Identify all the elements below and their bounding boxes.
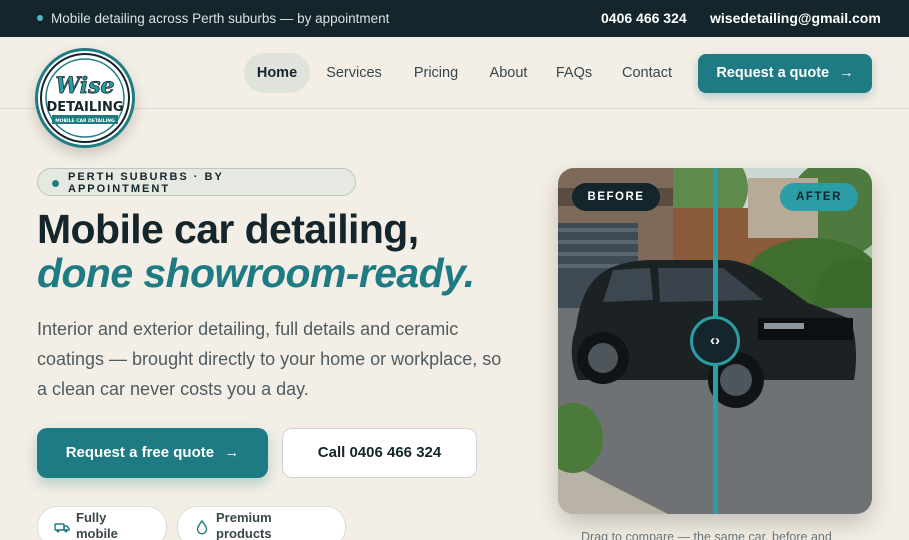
hero-lead: Interior and exterior detailing, full de…: [37, 319, 502, 399]
request-quote-button[interactable]: Request a quote →: [698, 54, 872, 93]
hero-title-line1: Mobile car detailing,: [37, 206, 419, 252]
topbar-phone-link[interactable]: 0406 466 324: [601, 10, 687, 26]
nav-faqs[interactable]: FAQs: [550, 53, 598, 93]
topbar-email-link[interactable]: wisedetailing@gmail.com: [710, 10, 881, 26]
hero-title-line2: done showroom-ready.: [37, 250, 475, 296]
location-badge: PERTH SUBURBS · BY APPOINTMENT: [37, 168, 356, 196]
nav-contact[interactable]: Contact: [612, 53, 682, 93]
chip-label: Premium products: [216, 510, 272, 540]
call-button[interactable]: Call 0406 466 324: [282, 428, 477, 478]
topbar-tagline: Mobile detailing across Perth suburbs — …: [51, 11, 390, 26]
arrow-right-icon: →: [224, 444, 240, 461]
before-label: BEFORE: [572, 183, 660, 211]
arrow-right-icon: →: [839, 65, 854, 81]
brand-logo[interactable]: Wise DETAILING MOBILE CAR DETAILING: [35, 48, 135, 148]
droplet-icon: [196, 519, 208, 535]
before-after-slider[interactable]: BEFORE AFTER ‹›: [558, 168, 872, 514]
request-free-quote-label: Request a free quote: [65, 444, 215, 461]
nav-services[interactable]: Services: [318, 53, 390, 93]
logo-ribbon: MOBILE CAR DETAILING: [55, 118, 115, 124]
compare-caption: Drag to compare — the same car, before a…: [581, 530, 832, 540]
request-quote-label: Request a quote: [716, 65, 830, 81]
top-bar: Mobile detailing across Perth suburbs — …: [0, 0, 909, 37]
feature-chip-products: Premium products: [177, 506, 346, 540]
nav-home[interactable]: Home: [244, 53, 310, 93]
feature-chip-mobile: Fully mobile: [37, 506, 167, 540]
site-header: Wise DETAILING MOBILE CAR DETAILING Home…: [0, 37, 909, 148]
nav-pricing[interactable]: Pricing: [404, 53, 468, 93]
request-free-quote-button[interactable]: Request a free quote →: [37, 428, 268, 478]
after-label: AFTER: [780, 183, 858, 211]
chip-label: Fully mobile: [76, 510, 118, 540]
nav-about[interactable]: About: [481, 53, 536, 93]
status-dot: [37, 15, 43, 21]
badge-dot: [52, 180, 59, 187]
logo-badge-icon: Wise DETAILING MOBILE CAR DETAILING: [40, 53, 130, 143]
logo-line2: DETAILING: [46, 100, 123, 115]
badge-text: PERTH SUBURBS · BY APPOINTMENT: [68, 171, 224, 195]
compare-handle-icon[interactable]: ‹›: [690, 316, 740, 366]
logo-line1: Wise: [55, 73, 114, 99]
van-icon: [54, 523, 70, 533]
